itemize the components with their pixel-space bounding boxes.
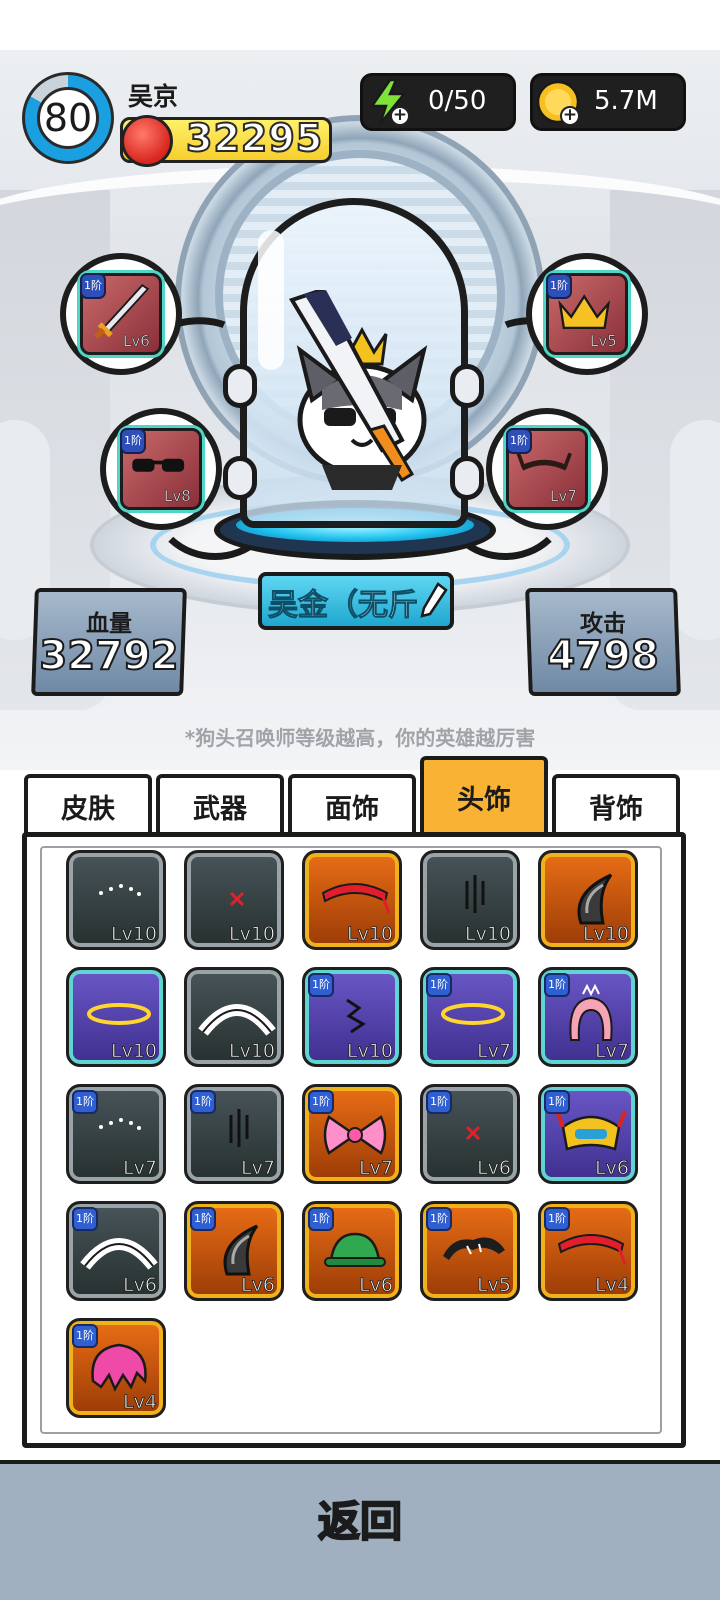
outfit-item[interactable]: 1阶 Lv6 — [538, 1084, 638, 1184]
attack-value: 4798 — [546, 632, 659, 680]
item-level: Lv4 — [595, 1274, 630, 1297]
item-level: Lv6 — [477, 1157, 512, 1180]
outfit-item[interactable]: Lv10 — [538, 850, 638, 950]
item-level: Lv6 — [123, 1274, 158, 1297]
rank-tag: 1阶 — [80, 273, 106, 299]
tab-skin[interactable]: 皮肤 — [24, 774, 152, 834]
tab-head[interactable]: 头饰 — [420, 756, 548, 834]
item-level: Lv7 — [123, 1157, 158, 1180]
rank-tag: 1阶 — [426, 973, 452, 997]
item-level: Lv6 — [359, 1274, 394, 1297]
outfit-item[interactable]: 1阶 Lv4 — [66, 1318, 166, 1418]
outfit-item[interactable]: 1阶 Lv7 — [538, 967, 638, 1067]
rank-tag: 1阶 — [426, 1090, 452, 1114]
item-level: Lv10 — [110, 923, 158, 946]
power-value: 32295 — [185, 115, 324, 161]
outfit-item[interactable]: 1阶 Lv6 — [302, 1201, 402, 1301]
item-level: Lv6 — [241, 1274, 276, 1297]
outfit-item[interactable]: 1阶 Lv7 — [302, 1084, 402, 1184]
gold-value: 5.7M — [594, 86, 658, 116]
item-level: Lv7 — [241, 1157, 276, 1180]
item-level: Lv7 — [477, 1040, 512, 1063]
player-name: 吴京 — [128, 82, 179, 111]
item-level: Lv4 — [123, 1391, 158, 1414]
rank-tag: 1阶 — [308, 1207, 334, 1231]
add-energy-icon[interactable]: + — [390, 106, 410, 126]
outfit-item[interactable]: 1阶 Lv7 — [66, 1084, 166, 1184]
tab-back[interactable]: 背饰 — [552, 774, 680, 834]
rank-tag: 1阶 — [544, 1090, 570, 1114]
outfit-item[interactable]: Lv10 — [184, 967, 284, 1067]
outfit-item[interactable]: Lv10 — [66, 850, 166, 950]
hero-character[interactable] — [252, 290, 462, 510]
add-gold-icon[interactable]: + — [560, 106, 580, 126]
back-button[interactable]: 返回 — [0, 1488, 720, 1549]
rank-tag: 1阶 — [426, 1207, 452, 1231]
outfit-item[interactable]: Lv10 — [184, 850, 284, 950]
item-level: Lv7 — [359, 1157, 394, 1180]
rank-tag: 1阶 — [72, 1324, 98, 1348]
item-level: Lv7 — [595, 1040, 630, 1063]
rank-tag: 1阶 — [544, 973, 570, 997]
outfit-item[interactable]: 1阶 Lv10 — [302, 967, 402, 1067]
rank-tag: 1阶 — [72, 1090, 98, 1114]
rank-tag: 1阶 — [506, 428, 532, 454]
outfit-item[interactable]: Lv10 — [302, 850, 402, 950]
equip-level: Lv6 — [123, 332, 150, 351]
outfit-item[interactable]: 1阶 Lv6 — [184, 1201, 284, 1301]
rank-tag: 1阶 — [72, 1207, 98, 1231]
rank-tag: 1阶 — [308, 973, 334, 997]
outfit-item[interactable]: Lv10 — [420, 850, 520, 950]
item-level: Lv10 — [346, 1040, 394, 1063]
rank-tag: 1阶 — [308, 1090, 334, 1114]
item-level: Lv10 — [110, 1040, 158, 1063]
outfit-item[interactable]: 1阶 Lv5 — [420, 1201, 520, 1301]
hero-outfit-screen: 80 吴京 32295 + 0/50 + 5.7M 1阶 Lv6 1阶 Lv5 — [0, 0, 720, 1600]
tab-face[interactable]: 面饰 — [288, 774, 416, 834]
outfit-item[interactable]: 1阶 Lv6 — [66, 1201, 166, 1301]
item-level: Lv6 — [595, 1157, 630, 1180]
rank-tag: 1阶 — [546, 273, 572, 299]
player-level: 80 — [37, 87, 99, 149]
boxing-glove-icon — [121, 115, 173, 167]
item-level: Lv5 — [477, 1274, 512, 1297]
edit-pencil-icon[interactable] — [420, 582, 448, 618]
item-level: Lv10 — [228, 1040, 276, 1063]
rank-tag: 1阶 — [190, 1207, 216, 1231]
rank-tag: 1阶 — [544, 1207, 570, 1231]
equip-level: Lv5 — [590, 332, 617, 351]
player-level-ring[interactable]: 80 — [22, 72, 114, 164]
tab-weapon[interactable]: 武器 — [156, 774, 284, 834]
item-level: Lv10 — [582, 923, 630, 946]
item-level: Lv10 — [228, 923, 276, 946]
energy-value: 0/50 — [428, 86, 487, 116]
outfit-item[interactable]: 1阶 Lv7 — [420, 967, 520, 1067]
hint-text: *狗头召唤师等级越高，你的英雄越厉害 — [184, 726, 536, 750]
rank-tag: 1阶 — [120, 428, 146, 454]
outfit-item[interactable]: 1阶 Lv6 — [420, 1084, 520, 1184]
hero-name: 吴金（无斤 — [268, 588, 419, 624]
outfit-item[interactable]: Lv10 — [66, 967, 166, 1067]
equip-level: Lv7 — [550, 487, 577, 506]
outfit-item[interactable]: 1阶 Lv4 — [538, 1201, 638, 1301]
item-level: Lv10 — [346, 923, 394, 946]
rank-tag: 1阶 — [190, 1090, 216, 1114]
outfit-item[interactable]: 1阶 Lv7 — [184, 1084, 284, 1184]
item-level: Lv10 — [464, 923, 512, 946]
hp-value: 32792 — [38, 632, 179, 680]
equip-level: Lv8 — [164, 487, 191, 506]
